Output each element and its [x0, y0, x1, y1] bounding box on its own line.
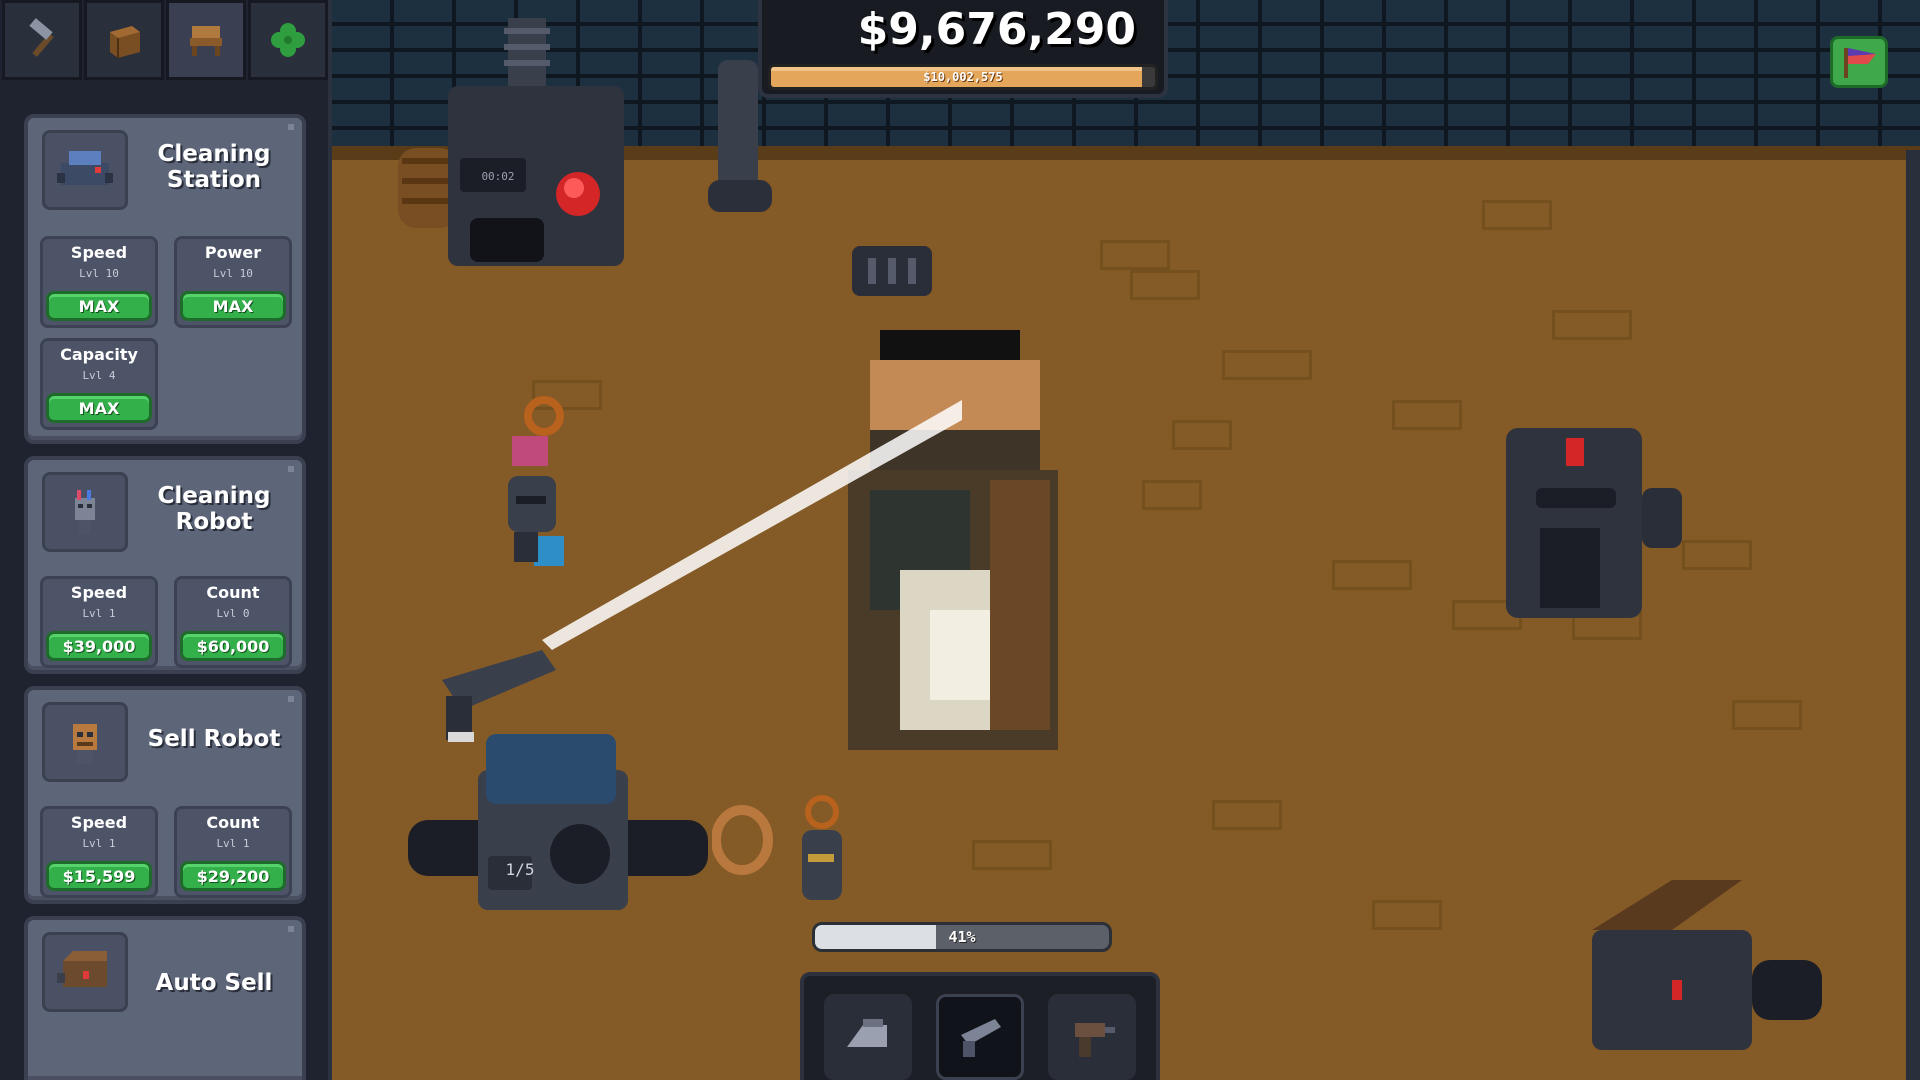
upgrade-speed: Speed Lvl 1 $39,000 — [40, 576, 158, 668]
upgrade-speed-button[interactable]: $15,599 — [46, 861, 152, 891]
sell-robot-cart[interactable] — [408, 730, 708, 920]
upgrade-level: Lvl 0 — [216, 607, 250, 620]
goal-amount: $10,002,575 — [923, 70, 1003, 84]
sell-robot-load: 1/5 — [505, 860, 535, 879]
water-spray — [542, 400, 962, 650]
upgrade-level: Lvl 4 — [82, 369, 116, 382]
floor-brick — [1482, 200, 1552, 230]
tool-slot-drill[interactable] — [1048, 994, 1136, 1080]
panel-title: Sell Robot — [147, 726, 281, 752]
upgrade-count-button[interactable]: $60,000 — [180, 631, 286, 661]
floor-brick — [1332, 560, 1412, 590]
upgrade-speed-button[interactable]: $39,000 — [46, 631, 152, 661]
floor-brick — [1142, 480, 1202, 510]
washing-machine[interactable] — [1506, 428, 1686, 618]
floor-brick — [1682, 540, 1752, 570]
tab-luck[interactable] — [248, 0, 328, 80]
tool-slot-iron[interactable] — [824, 994, 912, 1080]
floor-brick — [1212, 800, 1282, 830]
upgrade-count: Count Lvl 1 $29,200 — [174, 806, 292, 898]
cleaning-robot-icon — [42, 472, 128, 552]
money-amount: $9,676,290 — [857, 4, 1136, 55]
sell-robot-icon — [42, 702, 128, 782]
floor-drain — [852, 246, 932, 296]
pressure-washer-icon — [961, 1019, 1001, 1057]
right-border — [1906, 150, 1920, 1080]
panel-corner — [288, 696, 294, 702]
tab-crates[interactable] — [84, 0, 164, 80]
upgrade-level: Lvl 1 — [216, 837, 250, 850]
upgrade-sidebar: Cleaning Station Speed Lvl 10 MAX Power … — [0, 0, 332, 1080]
flag-icon — [1844, 48, 1876, 78]
upgrade-name: Speed — [70, 813, 128, 832]
panel-title: Cleaning Station — [157, 141, 271, 193]
iron-tool-icon — [847, 1019, 887, 1047]
cleaning-station-panel: Cleaning Station Speed Lvl 10 MAX Power … — [24, 114, 306, 444]
floor-brick — [1372, 900, 1442, 930]
upgrade-name: Count — [206, 583, 260, 602]
upgrade-name: Count — [206, 813, 260, 832]
upgrade-speed: Speed Lvl 1 $15,599 — [40, 806, 158, 898]
cleaning-robot-panel: Cleaning Robot Speed Lvl 1 $39,000 Count… — [24, 456, 306, 674]
floor-brick — [1100, 240, 1170, 270]
upgrade-name: Power — [204, 243, 262, 262]
floor-brick — [972, 840, 1052, 870]
auto-sell-panel: Auto Sell — [24, 916, 306, 1080]
sell-robot-panel: Sell Robot Speed Lvl 1 $15,599 Count Lvl… — [24, 686, 306, 904]
upgrade-level: Lvl 10 — [213, 267, 253, 280]
machine-timer: 00:02 — [481, 170, 515, 183]
panel-title: Auto Sell — [155, 970, 273, 996]
panel-title: Cleaning Robot — [157, 483, 271, 535]
auto-sell-icon — [42, 932, 128, 1012]
floor-brick — [1392, 400, 1462, 430]
upgrade-count: Count Lvl 0 $60,000 — [174, 576, 292, 668]
boiler-machine[interactable] — [398, 18, 668, 288]
tab-furniture[interactable] — [166, 0, 246, 80]
upgrade-power: Power Lvl 10 MAX — [174, 236, 292, 328]
tool-selector — [800, 972, 1160, 1080]
drill-icon — [1075, 1023, 1115, 1057]
goal-progress-bar: $10,002,575 — [768, 64, 1158, 90]
clover-icon — [271, 23, 305, 57]
floor-brick — [1732, 700, 1802, 730]
cleaning-progress-label: 41% — [948, 928, 976, 946]
upgrade-capacity-button[interactable]: MAX — [46, 393, 152, 423]
floor-brick — [1130, 270, 1200, 300]
upgrade-power-button[interactable]: MAX — [180, 291, 286, 321]
floor-brick — [1222, 350, 1312, 380]
upgrade-name: Speed — [70, 583, 128, 602]
cleaning-station-icon — [42, 130, 128, 210]
tool-slot-pressure-washer[interactable] — [936, 994, 1024, 1080]
upgrade-count-button[interactable]: $29,200 — [180, 861, 286, 891]
flag-button[interactable] — [1830, 36, 1888, 88]
upgrade-name: Speed — [70, 243, 128, 262]
upgrade-speed-button[interactable]: MAX — [46, 291, 152, 321]
floor-brick — [1172, 420, 1232, 450]
category-tabs — [0, 0, 328, 84]
panel-corner — [288, 124, 294, 130]
panel-corner — [288, 926, 294, 932]
upgrade-name: Capacity — [60, 345, 138, 364]
panel-corner — [288, 466, 294, 472]
tab-tools[interactable] — [2, 0, 82, 80]
hammer-icon — [29, 18, 54, 57]
upgrade-level: Lvl 1 — [82, 837, 116, 850]
cleaning-progress-bar: 41% — [812, 922, 1112, 952]
bench-icon — [190, 26, 222, 56]
money-display: $9,676,290 $10,002,575 — [758, 0, 1168, 98]
floor-brick — [1552, 310, 1632, 340]
cleaning-robot[interactable] — [492, 396, 572, 576]
upgrade-speed: Speed Lvl 10 MAX — [40, 236, 158, 328]
sell-robot[interactable] — [712, 790, 862, 920]
upgrade-capacity: Capacity Lvl 4 MAX — [40, 338, 158, 430]
upgrade-level: Lvl 10 — [79, 267, 119, 280]
press-machine[interactable] — [1592, 870, 1832, 1060]
workshop-floor[interactable]: 00:02 1/5 $9,676,290 $10,002,575 41% — [332, 0, 1920, 1080]
crate-icon — [110, 26, 140, 58]
upgrade-level: Lvl 1 — [82, 607, 116, 620]
